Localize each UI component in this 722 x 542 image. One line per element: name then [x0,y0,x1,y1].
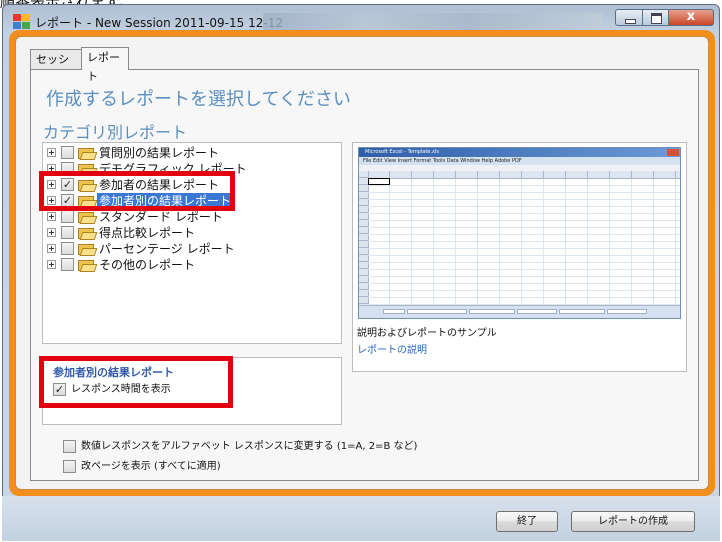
excel-close-icon [667,149,679,156]
tree-item-label-selected: 参加者別の結果レポート [97,193,234,209]
window-title: レポート - New Session 2011-09-15 12-12 [35,16,283,30]
option-label: 数値レスポンスをアルファベット レスポンスに変更する (1=A, 2=B など) [81,441,418,452]
options-title: 参加者別の結果レポート [53,366,174,379]
dialog-footer: 終了 レポートの作成 [2,496,720,541]
checkbox[interactable] [61,162,74,175]
report-options-box: 参加者別の結果レポート ✓ レスポンス時間を表示 [42,357,342,425]
tree-item-label: 質問別の結果レポート [99,146,220,160]
folder-icon [78,226,98,240]
tab-report[interactable]: レポート [81,47,129,83]
excel-grid [368,179,680,306]
maximize-button[interactable] [642,9,669,26]
checkbox[interactable] [61,210,74,223]
folder-icon [78,210,98,224]
folder-icon [78,178,98,192]
page-title: 作成するレポートを選択してください [46,89,351,110]
expand-icon[interactable] [47,164,56,173]
excel-title: Microsoft Excel - Template.xls [359,148,680,157]
checkbox[interactable] [61,226,74,239]
excel-menu: File Edit View Insert Format Tools Data … [359,157,680,165]
blurred-titlebar-area [263,13,603,31]
folder-icon [78,258,98,272]
option-label: 改ページを表示 (すべてに適用) [81,461,221,472]
expand-icon[interactable] [47,148,56,157]
expand-icon[interactable] [47,228,56,237]
excel-column-headers [368,171,680,179]
tree-item-label: パーセンテージ レポート [99,242,235,256]
checkbox-checked[interactable]: ✓ [61,178,74,191]
close-button[interactable]: x [668,9,714,26]
report-tab-panel: 作成するレポートを選択してください カテゴリ別レポート 質問別の結果レポート デ… [30,69,699,481]
tree-item-label: 得点比較レポート [99,226,196,240]
report-preview-panel: Microsoft Excel - Template.xls File Edit… [352,142,687,372]
checkbox-checked[interactable]: ✓ [53,383,66,396]
dialog-content: セッション レポート 作成するレポートを選択してください カテゴリ別レポート 質… [15,36,709,490]
expand-icon[interactable] [47,180,56,189]
checkbox[interactable] [61,258,74,271]
expand-icon[interactable] [47,212,56,221]
expand-icon[interactable] [47,260,56,269]
checkbox-checked[interactable]: ✓ [61,194,74,207]
checkbox[interactable] [61,146,74,159]
excel-active-cell [368,178,390,185]
report-tree: 質問別の結果レポート デモグラフィック レポート ✓ 参加者の結果レポート ✓ … [42,142,342,344]
app-logo-icon [13,14,30,29]
tree-item-label: スタンダード レポート [99,210,223,224]
close-icon: x [686,9,696,24]
tab-session[interactable]: セッション [30,49,82,85]
exit-button[interactable]: 終了 [496,511,558,532]
option-label: レスポンス時間を表示 [71,384,171,395]
checkbox[interactable] [63,440,76,453]
preview-caption: 説明およびレポートのサンプル [357,328,497,339]
minimize-button[interactable] [615,9,643,26]
report-description-link[interactable]: レポートの説明 [357,341,427,356]
tree-item-label: デモグラフィック レポート [99,162,247,176]
folder-icon [78,162,98,176]
tree-item-label: その他のレポート [99,258,196,272]
folder-icon [78,194,98,208]
expand-icon[interactable] [47,244,56,253]
section-title: カテゴリ別レポート [43,123,188,142]
create-report-button[interactable]: レポートの作成 [571,511,695,532]
expand-icon[interactable] [47,196,56,205]
excel-sheet-tabs [359,305,680,318]
excel-preview-image: Microsoft Excel - Template.xls File Edit… [358,147,681,319]
folder-icon [78,242,98,256]
checkbox[interactable] [61,242,74,255]
checkbox[interactable] [63,460,76,473]
tree-item-label: 参加者の結果レポート [99,178,220,192]
folder-icon [78,146,98,160]
